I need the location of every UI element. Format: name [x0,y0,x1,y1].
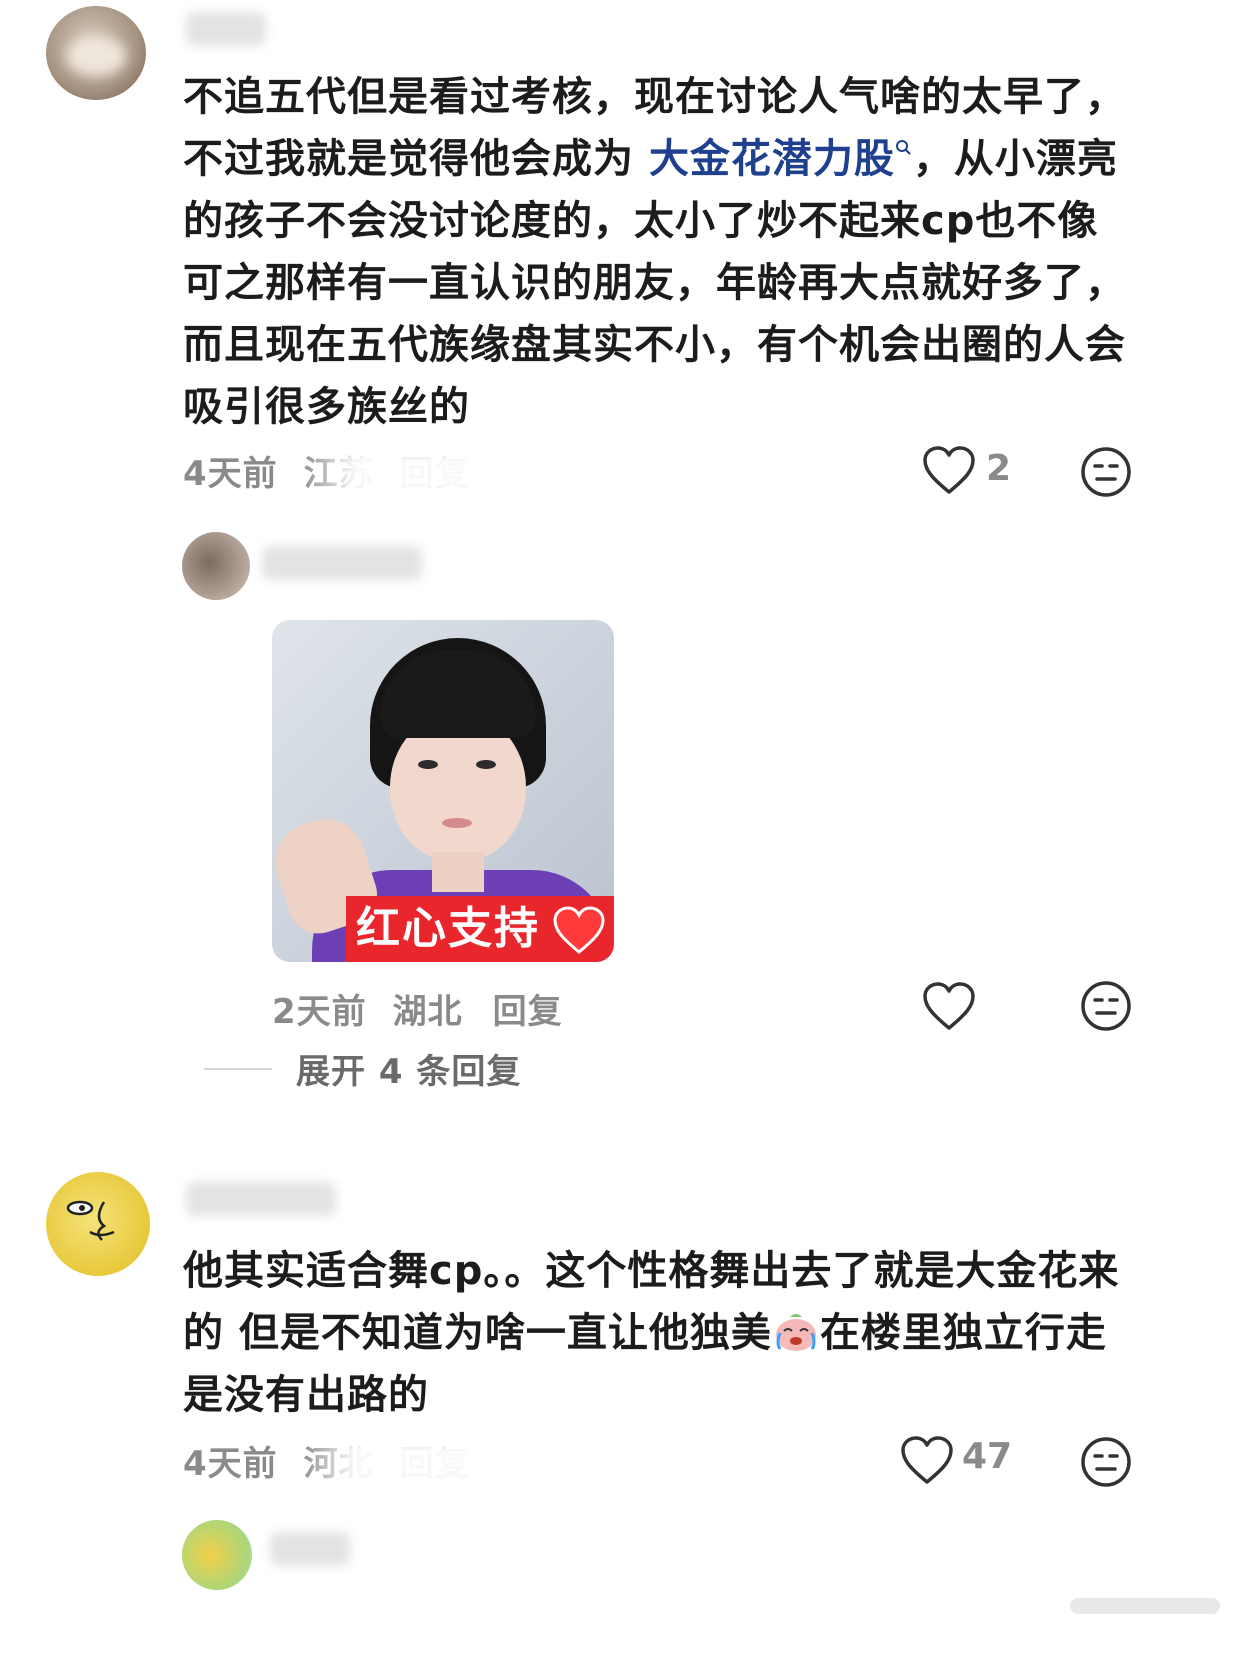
reply-name[interactable] [262,546,422,580]
neutral-face-icon[interactable] [1080,980,1132,1032]
comment-text: 他其实适合舞cp。。这个性格舞出去了就是大金花来的 但是不知道为啥一直让他独美 … [183,1240,1138,1426]
commenter-avatar[interactable] [46,6,146,100]
neutral-face-icon[interactable] [1080,446,1132,498]
comment-time: 4天前 [183,1444,278,1484]
like-count: 2 [986,448,1012,489]
expand-replies-button[interactable]: 展开 4 条回复 [296,1044,521,1093]
comment-text: 不追五代但是看过考核，现在讨论人气啥的太早了，不过我就是觉得他会成为 大金花潜力… [183,66,1138,438]
blur-mask [300,1442,480,1484]
reply-button[interactable]: 回复 [493,992,563,1032]
heart-icon[interactable] [900,1436,954,1486]
commenter-name[interactable] [186,12,266,46]
watermark-icon [1070,1598,1220,1614]
blur-mask [300,452,480,494]
expand-divider [204,1068,272,1070]
reply-avatar[interactable] [182,532,250,600]
reply-time: 2天前 [272,992,367,1032]
commenter-avatar[interactable] [46,1172,150,1276]
heart-icon[interactable] [922,446,976,496]
commenter-name[interactable] [270,1532,350,1566]
reply-location: 湖北 [392,992,463,1032]
sticker-caption: 红心支持 [356,903,540,954]
topic-link[interactable]: 大金花潜力股 [649,136,913,182]
reply-meta: 2天前 湖北 回复 [272,984,589,1033]
sticker-image[interactable]: 红心支持 [272,620,614,962]
topic-link-label: 大金花潜力股 [648,136,895,182]
face-doodle-icon [66,1200,115,1241]
crying-peach-emoji [775,1314,816,1351]
neutral-face-icon[interactable] [1080,1436,1132,1488]
search-icon [895,140,911,155]
commenter-name[interactable] [186,1182,336,1216]
red-heart-icon [553,906,605,954]
commenter-avatar[interactable] [182,1520,252,1590]
heart-icon[interactable] [922,982,976,1032]
comment-time: 4天前 [183,454,278,494]
like-count: 47 [962,1436,1013,1477]
